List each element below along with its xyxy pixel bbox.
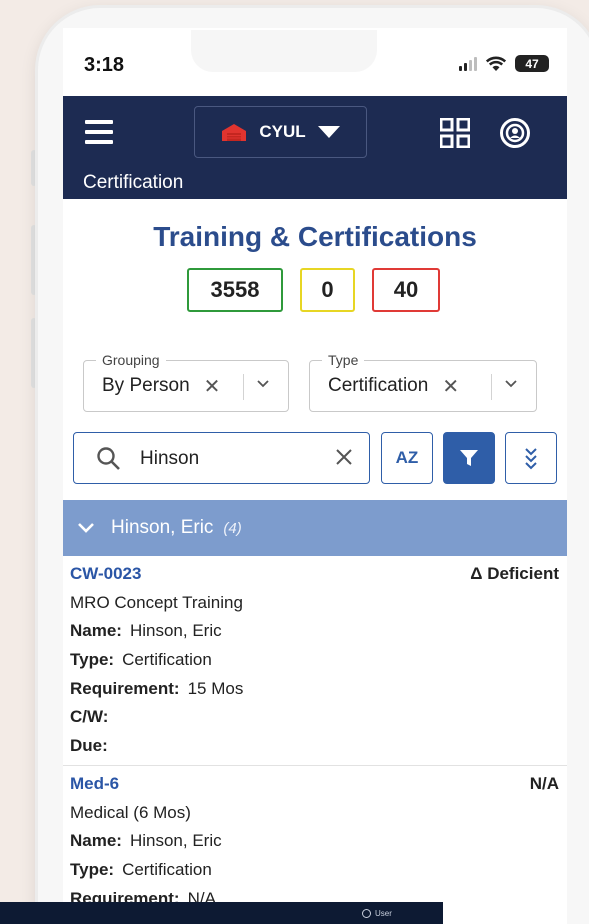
sort-button[interactable]: AZ <box>381 432 433 484</box>
requirement-value: 15 Mos <box>187 678 244 698</box>
app-header: CYUL Certification <box>63 96 567 199</box>
overlay-user: User <box>362 909 392 918</box>
clear-icon[interactable]: ✕ <box>442 374 459 399</box>
divider <box>63 765 567 766</box>
expand-all-icon <box>525 448 537 470</box>
list-item[interactable]: CW-0023 Δ Deficient MRO Concept Training… <box>63 560 567 760</box>
name-value: Hinson, Eric <box>129 831 222 851</box>
cellular-signal-icon <box>459 56 477 71</box>
clear-icon[interactable] <box>334 447 354 467</box>
phone-side-button <box>31 150 37 186</box>
due-label: Due: <box>70 735 108 755</box>
user-circle-icon[interactable] <box>499 117 531 149</box>
requirement-label: Requirement: <box>70 678 180 698</box>
name-label: Name: <box>70 621 122 641</box>
group-header[interactable]: Hinson, Eric (4) <box>63 500 567 556</box>
filter-button[interactable] <box>443 432 495 484</box>
divider <box>491 374 492 400</box>
current-count-badge[interactable]: 3558 <box>187 268 283 312</box>
hangar-icon <box>222 124 247 141</box>
record-code[interactable]: CW-0023 <box>70 564 141 584</box>
chevron-down-icon <box>317 126 340 138</box>
section-title: Certification <box>83 172 184 193</box>
type-value: Certification <box>122 860 212 880</box>
qr-grid-icon[interactable] <box>440 118 470 148</box>
clear-icon[interactable]: ✕ <box>204 374 221 399</box>
grouping-select[interactable]: Grouping By Person ✕ <box>83 352 289 412</box>
status-badge: N/A <box>529 774 559 794</box>
status-time: 3:18 <box>84 54 125 76</box>
status-bar: 3:18 47 <box>63 28 567 96</box>
chevron-down-icon[interactable] <box>504 377 518 391</box>
deficient-count-badge[interactable]: 40 <box>372 268 440 312</box>
search-input[interactable]: Hinson <box>73 432 370 484</box>
type-value: Certification <box>328 375 429 396</box>
menu-icon[interactable] <box>85 120 113 144</box>
dynamic-island <box>191 30 377 72</box>
grouping-value: By Person <box>102 375 190 396</box>
page-title: Training & Certifications <box>153 221 477 252</box>
battery-icon: 47 <box>515 55 549 72</box>
status-badge: Δ Deficient <box>470 564 559 584</box>
type-label: Type: <box>70 650 115 670</box>
record-title: Medical (6 Mos) <box>70 802 191 822</box>
overlay-window-bar: User <box>0 902 443 924</box>
station-selector[interactable]: CYUL <box>194 106 367 158</box>
chevron-down-icon <box>78 523 94 533</box>
overlay-user-label: User <box>375 909 392 918</box>
status-icons: 47 <box>459 55 549 72</box>
name-label: Name: <box>70 831 122 851</box>
user-icon <box>362 909 371 918</box>
name-value: Hinson, Eric <box>129 621 222 641</box>
group-name: Hinson, Eric <box>111 517 214 538</box>
list-item[interactable]: Med-6 N/A Medical (6 Mos) Name: Hinson, E… <box>63 770 567 913</box>
summary-counts: 3558 0 40 <box>187 268 440 312</box>
cw-label: C/W: <box>70 707 109 727</box>
record-title: MRO Concept Training <box>70 592 243 612</box>
phone-volume-up <box>31 225 37 295</box>
grouping-label: Grouping <box>96 352 166 368</box>
phone-screen: 3:18 47 CYUL Certification Training & Ce… <box>63 28 567 924</box>
due-soon-count-badge[interactable]: 0 <box>300 268 355 312</box>
search-value: Hinson <box>140 448 200 469</box>
wifi-icon <box>485 56 507 71</box>
filter-icon <box>460 450 478 466</box>
divider <box>243 374 244 400</box>
type-select[interactable]: Type Certification ✕ <box>309 352 537 412</box>
group-count: (4) <box>223 519 242 537</box>
type-label: Type: <box>70 860 115 880</box>
chevron-down-icon[interactable] <box>256 377 270 391</box>
record-code[interactable]: Med-6 <box>70 774 119 794</box>
type-value: Certification <box>122 650 212 670</box>
sort-az-icon: AZ <box>395 448 419 467</box>
phone-volume-down <box>31 318 37 388</box>
search-icon <box>97 447 120 470</box>
type-label: Type <box>322 352 365 368</box>
station-code: CYUL <box>259 122 306 141</box>
expand-all-button[interactable] <box>505 432 557 484</box>
